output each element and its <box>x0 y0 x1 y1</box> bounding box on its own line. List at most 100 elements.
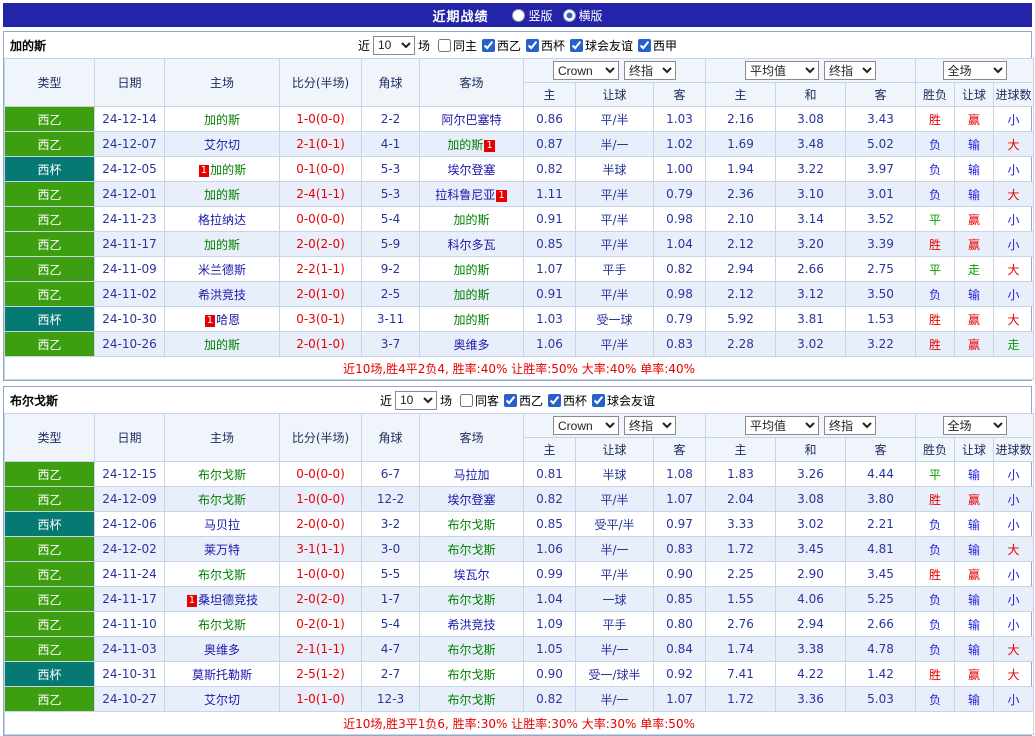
team-link[interactable]: 加的斯 <box>453 263 489 277</box>
filter-西杯[interactable]: 西杯 <box>548 392 587 409</box>
team-link[interactable]: 奥维多 <box>204 643 240 657</box>
team-link[interactable]: 加的斯 <box>453 213 489 227</box>
euro-away-odds: 3.45 <box>845 561 917 587</box>
team-link[interactable]: 埃尔登塞 <box>447 493 495 507</box>
team-link[interactable]: 奥维多 <box>453 338 489 352</box>
filter-球会友谊[interactable]: 球会友谊 <box>592 392 655 409</box>
euro-stage-select[interactable]: 终指 <box>824 61 877 80</box>
team-link[interactable]: 希洪竞技 <box>198 288 246 302</box>
filter-checkbox[interactable] <box>437 38 451 52</box>
filter-checkbox[interactable] <box>459 393 473 407</box>
euro-company-select[interactable]: 平均值 <box>745 61 820 80</box>
team-link[interactable]: 格拉纳达 <box>198 213 246 227</box>
team-link[interactable]: 布尔戈斯 <box>198 468 246 482</box>
team-link[interactable]: 哈恩 <box>216 313 240 327</box>
filter-checkbox[interactable] <box>526 38 539 52</box>
handicap-stage-select[interactable]: 终指 <box>624 61 676 80</box>
result-goals: 大 <box>993 661 1035 687</box>
euro-draw-odds: 3.08 <box>775 486 847 512</box>
team-link[interactable]: 埃尔登塞 <box>447 163 495 177</box>
match-date: 24-10-30 <box>94 306 165 332</box>
horizontal-layout-label: 横版 <box>578 8 603 23</box>
team-link[interactable]: 加的斯 <box>204 338 240 352</box>
team-link[interactable]: 布尔戈斯 <box>198 568 246 582</box>
filter-checkbox[interactable] <box>481 38 495 52</box>
match-count-select[interactable]: 10 <box>394 390 437 410</box>
team-link[interactable]: 莱万特 <box>204 543 240 557</box>
filter-同主[interactable]: 同主 <box>437 37 477 54</box>
vertical-layout-label: 竖版 <box>528 8 553 23</box>
team-link[interactable]: 加的斯 <box>204 113 240 127</box>
team-link[interactable]: 艾尔切 <box>204 693 240 707</box>
layout-option-horizontal[interactable]: 横版 <box>562 7 603 24</box>
team-link[interactable]: 加的斯 <box>453 288 489 302</box>
team-header: 加的斯 近 10 场 同主 西乙 西杯 球会友谊 西甲 <box>4 32 1031 58</box>
filter-checkbox[interactable] <box>638 38 652 52</box>
result-header: 全场 <box>915 413 1035 438</box>
team-link[interactable]: 艾尔切 <box>204 138 240 152</box>
league-badge: 西乙 <box>4 611 95 637</box>
result-handicap: 输 <box>954 156 995 182</box>
team-link[interactable]: 布尔戈斯 <box>447 543 495 557</box>
handicap-line: 半/一 <box>575 131 654 157</box>
match-count-select[interactable]: 10 <box>372 35 415 55</box>
filter-西乙[interactable]: 西乙 <box>481 37 521 54</box>
filter-西甲[interactable]: 西甲 <box>638 37 677 54</box>
team-link[interactable]: 莫斯托勒斯 <box>192 668 252 682</box>
filter-同客[interactable]: 同客 <box>459 392 499 409</box>
euro-odds-header: 平均值 终指 <box>705 58 917 83</box>
result-goals: 大 <box>993 636 1035 662</box>
odds-company-select[interactable]: Crown <box>553 416 619 435</box>
team-link[interactable]: 布尔戈斯 <box>198 493 246 507</box>
handicap-stage-select[interactable]: 终指 <box>624 416 676 435</box>
team-link[interactable]: 布尔戈斯 <box>447 593 495 607</box>
euro-company-select[interactable]: 平均值 <box>745 416 820 435</box>
team-link[interactable]: 拉科鲁尼亚 <box>435 188 495 202</box>
team-link[interactable]: 桑坦德竞技 <box>198 593 258 607</box>
filter-bar: 近 10 场 同主 西乙 西杯 球会友谊 西甲 <box>160 35 875 55</box>
team-link[interactable]: 科尔多瓦 <box>447 238 495 252</box>
away-team-cell: 马拉加 <box>419 461 524 487</box>
euro-stage-select[interactable]: 终指 <box>824 416 877 435</box>
team-link[interactable]: 马贝拉 <box>204 518 240 532</box>
team-link[interactable]: 阿尔巴塞特 <box>441 113 501 127</box>
match-date: 24-10-31 <box>94 661 165 687</box>
filter-球会友谊[interactable]: 球会友谊 <box>570 37 633 54</box>
scope-select[interactable]: 全场 <box>942 61 1007 80</box>
col-header-away: 客场 <box>419 58 524 107</box>
team-link[interactable]: 加的斯 <box>210 163 246 177</box>
euro-away-odds: 3.52 <box>845 206 917 232</box>
horizontal-layout-radio[interactable] <box>562 8 576 22</box>
team-link[interactable]: 加的斯 <box>453 313 489 327</box>
euro-away-odds: 3.01 <box>845 181 917 207</box>
team-link[interactable]: 布尔戈斯 <box>447 518 495 532</box>
team-link[interactable]: 加的斯 <box>204 188 240 202</box>
team-link[interactable]: 希洪竞技 <box>447 618 495 632</box>
filter-西乙[interactable]: 西乙 <box>504 392 543 409</box>
odds-company-select[interactable]: Crown <box>553 61 619 80</box>
team-link[interactable]: 米兰德斯 <box>198 263 246 277</box>
euro-home-odds: 1.74 <box>705 636 777 662</box>
scope-select[interactable]: 全场 <box>942 416 1007 435</box>
team-link[interactable]: 布尔戈斯 <box>447 643 495 657</box>
filter-西杯[interactable]: 西杯 <box>526 37 565 54</box>
layout-option-vertical[interactable]: 竖版 <box>512 7 553 24</box>
team-link[interactable]: 布尔戈斯 <box>447 668 495 682</box>
team-link[interactable]: 加的斯 <box>447 138 483 152</box>
sub-header-ah-home: 主 <box>523 82 576 107</box>
team-link[interactable]: 布尔戈斯 <box>198 618 246 632</box>
filter-checkbox[interactable] <box>592 393 606 407</box>
team-link[interactable]: 埃瓦尔 <box>453 568 489 582</box>
euro-draw-odds: 3.38 <box>775 636 847 662</box>
team-link[interactable]: 马拉加 <box>453 468 489 482</box>
league-badge: 西乙 <box>4 686 95 712</box>
team-link[interactable]: 加的斯 <box>204 238 240 252</box>
filter-checkbox[interactable] <box>548 393 562 407</box>
corner-cell: 5-4 <box>361 206 420 232</box>
corner-cell: 2-2 <box>361 106 420 132</box>
team-link[interactable]: 布尔戈斯 <box>447 693 495 707</box>
filter-checkbox[interactable] <box>570 38 584 52</box>
home-team-cell: 加的斯 <box>164 181 280 207</box>
filter-checkbox[interactable] <box>504 393 517 407</box>
vertical-layout-radio[interactable] <box>512 8 526 22</box>
